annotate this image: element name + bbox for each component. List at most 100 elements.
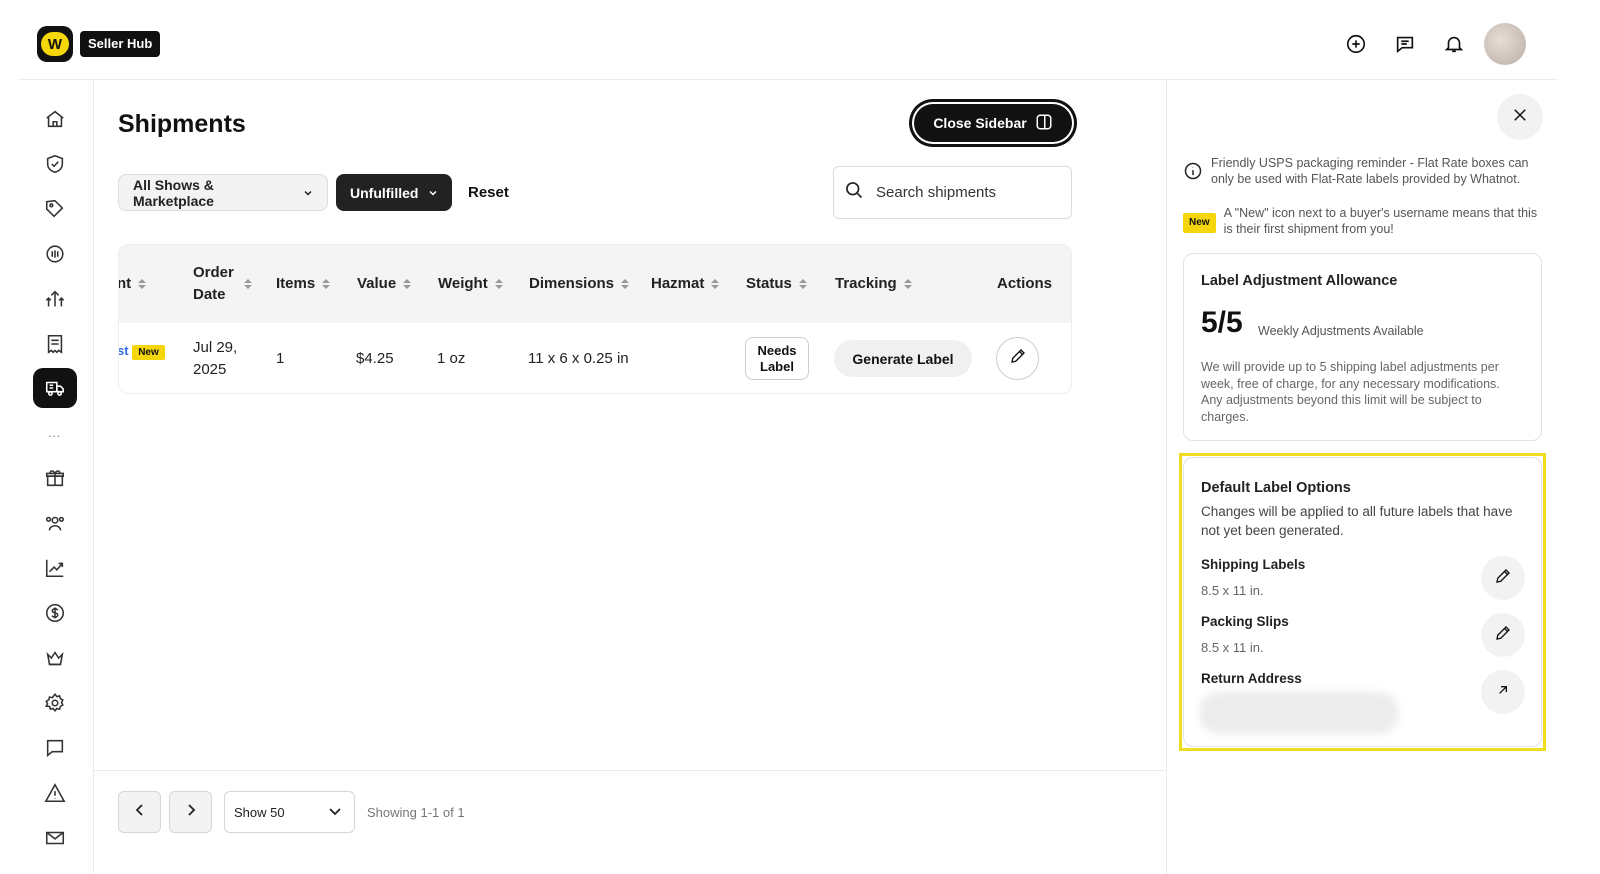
dimensions-cell: 11 x 6 x 0.25 in [528,350,629,367]
more-icon[interactable]: ... [48,426,61,440]
col-value-label: Value [357,275,397,292]
col-status[interactable]: Status [746,245,807,323]
edit-packing-slips-button[interactable] [1481,613,1525,657]
bell-icon[interactable] [1442,32,1466,56]
shipments-table: nt Order Date Items Value Weight Dimensi… [118,244,1072,394]
receipt-icon[interactable] [33,324,77,364]
warning-icon[interactable] [33,773,77,813]
sort-icon [903,279,912,289]
whatnot-logo[interactable]: W [37,26,73,62]
label-adjustment-card: Label Adjustment Allowance 5/5 Weekly Ad… [1183,253,1542,441]
generate-label-button[interactable]: Generate Label [834,340,972,377]
sort-icon [494,279,503,289]
shipping-labels-value: 8.5 x 11 in. [1201,583,1264,598]
avatar[interactable] [1484,23,1526,65]
col-hazmat[interactable]: Hazmat [651,245,720,323]
edit-shipping-labels-button[interactable] [1481,556,1525,600]
new-buyer-note: New A "New" icon next to a buyer's usern… [1183,205,1543,237]
page-title: Shipments [118,110,246,138]
live-icon[interactable] [33,234,77,274]
seller-hub-badge: Seller Hub [80,31,161,57]
edit-shipment-button[interactable] [996,337,1039,380]
close-sidebar-button[interactable]: Close Sidebar [912,102,1074,144]
col-tracking[interactable]: Tracking [835,245,912,323]
col-weight-label: Weight [438,275,488,292]
allowance-count: 5/5 [1201,306,1243,339]
sort-icon [138,279,147,289]
sort-icon [621,279,630,289]
packing-slips-title: Packing Slips [1201,614,1289,629]
truck-icon[interactable] [33,368,77,408]
page-size-select[interactable]: Show 50 [224,791,355,833]
sort-icon [403,279,412,289]
dollar-icon[interactable] [33,593,77,633]
sort-icon [798,279,807,289]
return-address-redacted [1199,692,1399,734]
col-items[interactable]: Items [276,245,331,323]
order-date-line2: 2025 [193,361,227,378]
col-order-date[interactable]: Order Date [193,245,253,323]
new-badge: New [1183,213,1216,233]
new-buyer-note-text: A "New" icon next to a buyer's username … [1223,206,1538,236]
chat-icon[interactable] [1393,32,1417,56]
allowance-description: We will provide up to 5 shipping label a… [1201,360,1500,424]
table-header: nt Order Date Items Value Weight Dimensi… [119,245,1071,323]
default-label-options-card: Default Label Options Changes will be ap… [1183,457,1542,747]
shows-filter-dropdown[interactable]: All Shows & Marketplace [118,174,328,211]
return-address-title: Return Address [1201,671,1302,686]
page-size-value: Show 50 [234,804,285,820]
tree-icon[interactable] [33,279,77,319]
close-icon [1511,106,1529,129]
new-buyer-badge: New [132,345,165,360]
usps-reminder: Friendly USPS packaging reminder - Flat … [1183,155,1543,187]
info-icon [1183,161,1203,187]
col-buyer[interactable]: nt [119,245,147,323]
shield-check-icon[interactable] [33,144,77,184]
sort-icon [244,279,252,289]
usps-reminder-text: Friendly USPS packaging reminder - Flat … [1211,156,1529,186]
home-icon[interactable] [33,99,77,139]
col-order-date-label: Order Date [193,264,234,303]
gear-icon[interactable] [33,683,77,723]
status-filter-label: Unfulfilled [350,184,419,201]
gift-icon[interactable] [33,458,77,498]
buyer-username-text: st [118,343,129,358]
open-return-address-button[interactable] [1481,670,1525,714]
sort-icon [322,279,331,289]
status-badge: Needs Label [745,337,809,380]
chevron-left-icon [133,803,147,822]
items-cell: 1 [276,350,285,367]
col-value[interactable]: Value [357,245,412,323]
value-cell: $4.25 [356,350,394,367]
plus-circle-icon[interactable] [1344,32,1368,56]
next-page-button[interactable] [169,791,212,833]
mail-icon[interactable] [33,818,77,858]
search-input[interactable] [876,184,1056,201]
right-sidebar: Friendly USPS packaging reminder - Flat … [1166,80,1558,874]
message-icon[interactable] [33,728,77,768]
defaults-description: Changes will be applied to all future la… [1201,504,1513,538]
chart-icon[interactable] [33,548,77,588]
search-icon [844,180,864,205]
crown-icon[interactable] [33,638,77,678]
tag-icon[interactable] [33,189,77,229]
status-filter-dropdown[interactable]: Unfulfilled [336,174,452,211]
top-bar: W Seller Hub [18,0,1558,80]
sidebar-toggle-icon [1035,113,1053,134]
chevron-right-icon [184,803,198,822]
buyer-username[interactable]: st New [118,343,165,360]
pencil-icon [1494,624,1512,647]
close-sidebar-label: Close Sidebar [933,115,1027,131]
reset-button[interactable]: Reset [468,184,509,201]
users-icon[interactable] [33,503,77,543]
search-box[interactable] [833,166,1072,219]
arrow-up-right-icon [1495,682,1511,703]
order-date: Jul 29, 2025 [193,337,237,381]
shipping-labels-title: Shipping Labels [1201,557,1306,572]
col-actions-label: Actions [997,275,1053,292]
col-weight[interactable]: Weight [438,245,503,323]
chevron-down-icon [303,185,313,201]
prev-page-button[interactable] [118,791,161,833]
close-sidebar-x-button[interactable] [1497,94,1543,140]
col-dimensions[interactable]: Dimensions [529,245,630,323]
